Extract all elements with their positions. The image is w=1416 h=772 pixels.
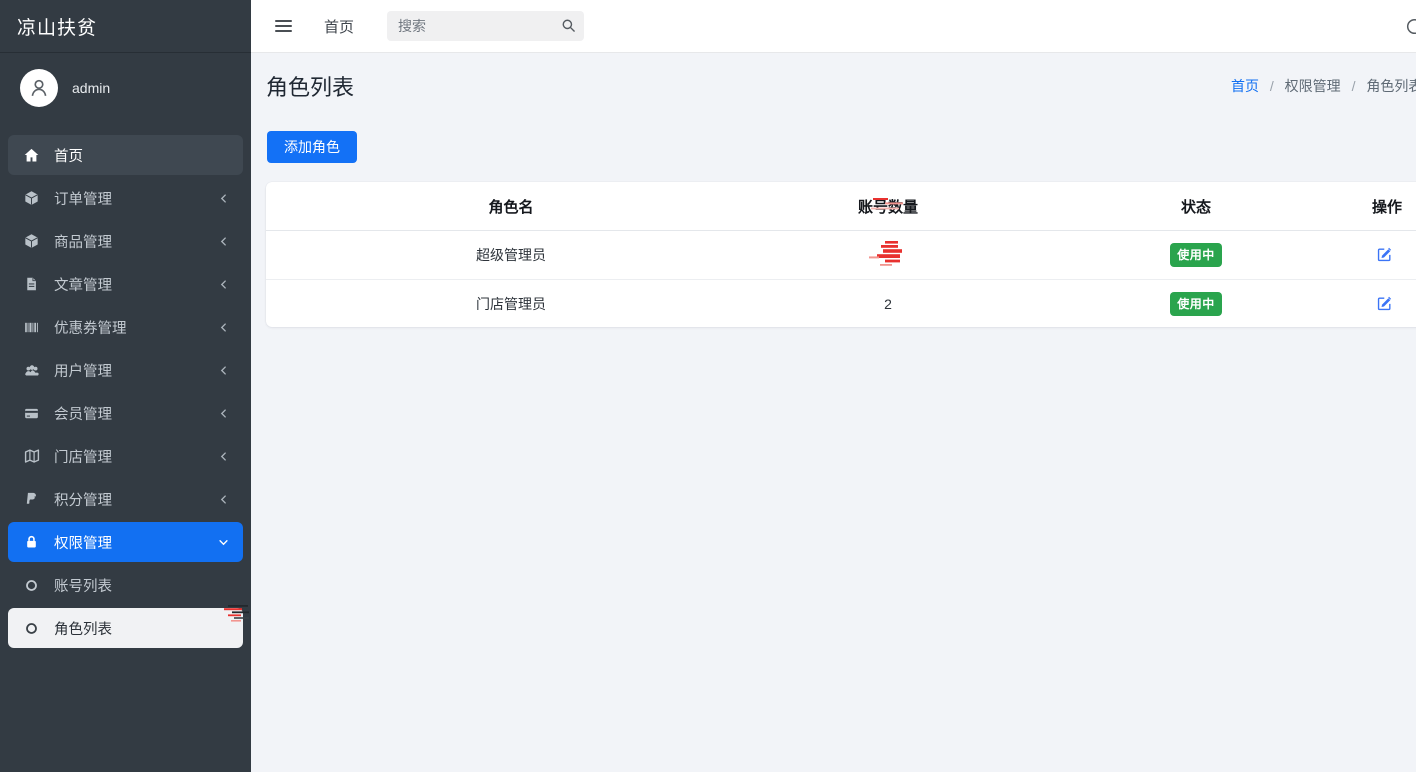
actions-cell [1372,244,1416,266]
role-name-cell: 超级管理员 [266,245,756,265]
chevron-left-icon [218,193,229,204]
user-circle-icon[interactable] [1406,18,1416,40]
sidebar-item-label: 商品管理 [54,231,112,252]
sidebar-item-coupons[interactable]: 优惠券管理 [8,307,243,347]
app-window: 凉山扶贫 admin 首页 订单管理 [0,0,1416,772]
users-icon [22,362,41,378]
cube-icon [22,190,41,207]
circle-o-icon [22,578,41,593]
column-header-role-name: 角色名 [266,196,756,217]
breadcrumb: 首页 / 权限管理 / 角色列表 [1231,76,1416,96]
sidebar-item-members[interactable]: 会员管理 [8,393,243,433]
sidebar-item-permissions[interactable]: 权限管理 [8,522,243,562]
sidebar-item-label: 用户管理 [54,360,112,381]
breadcrumb-home-link[interactable]: 首页 [1231,78,1259,94]
actions-cell [1372,293,1416,315]
column-header-account-count: 账号数量 [756,196,1020,217]
sidebar-item-orders[interactable]: 订单管理 [8,178,243,218]
topbar: 首页 [251,0,1416,53]
page-title: 角色列表 [266,70,354,102]
credit-card-icon [22,406,41,421]
glitch-artifact [868,240,908,270]
user-icon [27,76,51,100]
sidebar-subitem-accounts[interactable]: 账号列表 [8,565,243,605]
account-count-cell [756,240,1020,270]
barcode-icon [22,320,41,335]
sidebar-item-label: 会员管理 [54,403,112,424]
search-box [387,11,584,41]
file-text-icon [22,276,41,292]
chevron-down-icon [218,537,229,548]
sidebar-subitem-label: 角色列表 [54,618,112,639]
add-role-button[interactable]: 添加角色 [267,131,357,163]
status-badge: 使用中 [1170,292,1222,316]
sidebar-item-stores[interactable]: 门店管理 [8,436,243,476]
lock-icon [22,534,41,550]
breadcrumb-current: 角色列表 [1366,78,1416,94]
search-icon[interactable] [561,18,576,38]
chevron-left-icon [218,451,229,462]
sidebar-item-label: 首页 [54,145,83,166]
sidebar-item-articles[interactable]: 文章管理 [8,264,243,304]
cube-icon [22,233,41,250]
column-header-status: 状态 [1020,196,1372,217]
sidebar-subitem-label: 账号列表 [54,575,112,596]
sidebar-item-label: 订单管理 [54,188,112,209]
table-row: 超级管理员 使用中 [266,231,1416,279]
sidebar-subitem-roles[interactable]: 角色列表 [8,608,243,648]
sidebar-item-label: 权限管理 [54,532,112,553]
sidebar: 凉山扶贫 admin 首页 订单管理 [0,0,251,772]
status-cell: 使用中 [1020,243,1372,267]
brand-title: 凉山扶贫 [0,0,251,53]
chevron-left-icon [218,322,229,333]
sidebar-item-users[interactable]: 用户管理 [8,350,243,390]
home-icon [22,147,41,164]
edit-icon[interactable] [1372,244,1397,265]
status-cell: 使用中 [1020,292,1372,316]
role-name-cell: 门店管理员 [266,294,756,314]
sidebar-item-products[interactable]: 商品管理 [8,221,243,261]
sidebar-item-home[interactable]: 首页 [8,135,243,175]
column-header-actions: 操作 [1372,196,1416,217]
breadcrumb-separator: / [1352,78,1356,94]
paypal-icon [22,491,41,507]
edit-icon[interactable] [1372,293,1397,314]
chevron-left-icon [218,365,229,376]
sidebar-menu: 首页 订单管理 商品管理 [0,135,251,648]
circle-o-icon [22,621,41,636]
chevron-left-icon [218,236,229,247]
user-name: admin [72,80,110,96]
sidebar-item-label: 门店管理 [54,446,112,467]
sidebar-item-label: 文章管理 [54,274,112,295]
roles-table: 角色名 账号数量 状态 操作 超级管理员 [266,182,1416,327]
sidebar-item-label: 优惠券管理 [54,317,127,338]
chevron-left-icon [218,408,229,419]
account-count-cell: 2 [756,296,1020,312]
sidebar-item-points[interactable]: 积分管理 [8,479,243,519]
breadcrumb-section: 权限管理 [1285,78,1341,94]
status-badge: 使用中 [1170,243,1222,267]
topbar-home-link[interactable]: 首页 [324,16,354,37]
sidebar-item-label: 积分管理 [54,489,112,510]
hamburger-icon[interactable] [275,17,293,35]
breadcrumb-separator: / [1270,78,1274,94]
search-input[interactable] [387,11,584,41]
main-content: 角色列表 首页 / 权限管理 / 角色列表 添加角色 角色名 账号数量 状态 操… [251,53,1416,772]
chevron-left-icon [218,494,229,505]
chevron-left-icon [218,279,229,290]
user-panel: admin [0,53,251,121]
avatar [20,69,58,107]
map-icon [22,448,41,464]
table-header-row: 角色名 账号数量 状态 操作 [266,182,1416,231]
table-row: 门店管理员 2 使用中 [266,279,1416,327]
